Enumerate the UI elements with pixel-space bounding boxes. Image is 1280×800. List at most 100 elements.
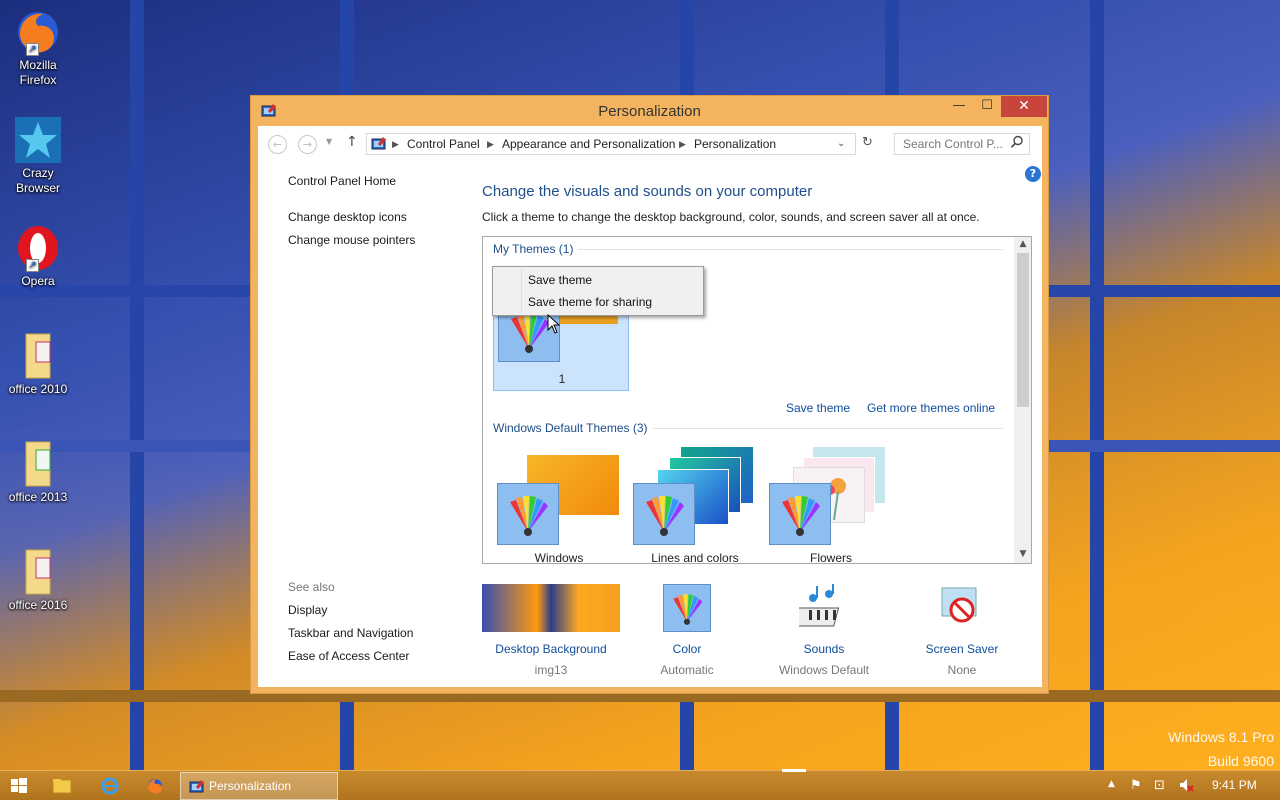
- menu-item-save-theme[interactable]: Save theme: [528, 273, 592, 287]
- theme-name: 1: [558, 372, 566, 386]
- change-desktop-icons-link[interactable]: Change desktop icons: [288, 210, 407, 224]
- default-themes-group-label[interactable]: Windows Default Themes (3): [493, 421, 648, 435]
- desktop-icon-crazy-browser[interactable]: Crazy Browser: [2, 116, 74, 196]
- themes-scrollbar[interactable]: ▲ ▼: [1014, 237, 1031, 563]
- color-item[interactable]: Color Automatic: [617, 584, 757, 677]
- context-menu: Save theme Save theme for sharing: [492, 266, 704, 316]
- wallpaper-mullion: [1090, 0, 1104, 770]
- show-hidden-icons-chevron-icon[interactable]: ▲: [1108, 779, 1115, 789]
- address-bar[interactable]: ▶ Control Panel ▶ Appearance and Persona…: [366, 133, 856, 155]
- start-button[interactable]: [10, 773, 30, 799]
- display-link[interactable]: Display: [288, 603, 327, 617]
- navigation-bar: ← → ▼ ↑ ▶ Control Panel ▶ Appearance and…: [258, 126, 1042, 162]
- menu-item-save-theme-for-sharing[interactable]: Save theme for sharing: [528, 295, 652, 309]
- folder-icon: [14, 548, 62, 596]
- desktop-icon-office-2016[interactable]: office 2016: [2, 548, 74, 613]
- up-button[interactable]: ↑: [346, 134, 358, 150]
- menu-gutter: [521, 269, 522, 313]
- forward-button[interactable]: →: [298, 135, 317, 154]
- recent-pages-chevron-icon[interactable]: ▼: [326, 137, 332, 146]
- desktop-icon-firefox[interactable]: ↗ Mozilla Firefox: [2, 8, 74, 88]
- taskbar-resize-handle[interactable]: [782, 769, 806, 772]
- close-button[interactable]: ✕: [1001, 96, 1047, 117]
- folder-icon: [14, 332, 62, 380]
- save-theme-link[interactable]: Save theme: [786, 401, 850, 415]
- bottom-item-label: Desktop Background: [495, 642, 607, 656]
- group-divider: [653, 428, 1003, 429]
- mouse-cursor-icon: [547, 313, 561, 334]
- taskbar-clock[interactable]: 9:41 PM: [1212, 778, 1257, 792]
- breadcrumb-control-panel[interactable]: Control Panel: [407, 134, 480, 154]
- color-palette-icon: [633, 483, 695, 545]
- minimize-button[interactable]: —: [945, 96, 973, 117]
- taskbar-navigation-link[interactable]: Taskbar and Navigation: [288, 626, 413, 640]
- firefox-icon: ↗: [14, 8, 62, 56]
- theme-name: Windows: [534, 551, 584, 564]
- bottom-item-value: None: [947, 663, 977, 677]
- personalization-window: Personalization — ☐ ✕ ← → ▼ ↑ ▶ Control …: [250, 95, 1049, 694]
- desktop-icon-label: office 2013: [8, 490, 68, 504]
- control-panel-home-link[interactable]: Control Panel Home: [288, 174, 396, 188]
- internet-explorer-icon[interactable]: [100, 773, 122, 799]
- scroll-up-icon[interactable]: ▲: [1014, 239, 1031, 249]
- change-mouse-pointers-link[interactable]: Change mouse pointers: [288, 233, 415, 247]
- desktop-background-item[interactable]: Desktop Background img13: [481, 584, 621, 677]
- breadcrumb-personalization[interactable]: Personalization: [694, 134, 776, 154]
- desktop-icon-label: Crazy: [22, 166, 54, 180]
- desktop-icon-label: office 2016: [8, 598, 68, 612]
- breadcrumb-separator-icon[interactable]: ▶: [487, 134, 494, 154]
- scroll-down-icon[interactable]: ▼: [1014, 549, 1031, 559]
- refresh-icon[interactable]: ↻: [862, 135, 873, 150]
- desktop-icon-office-2013[interactable]: office 2013: [2, 440, 74, 505]
- sounds-item[interactable]: Sounds Windows Default: [754, 584, 894, 677]
- theme-name: Flowers: [809, 551, 852, 564]
- title-bar[interactable]: Personalization — ☐ ✕: [251, 96, 1048, 126]
- windows-watermark: Windows 8.1 Pro Build 9600: [1168, 725, 1274, 773]
- desktop-icon-opera[interactable]: ↗ Opera: [2, 224, 74, 289]
- page-description: Click a theme to change the desktop back…: [482, 210, 980, 224]
- group-divider: [578, 249, 1003, 250]
- volume-muted-icon[interactable]: [1178, 777, 1194, 797]
- my-themes-group-label[interactable]: My Themes (1): [493, 242, 573, 256]
- bottom-item-label: Color: [672, 642, 702, 656]
- opera-icon: ↗: [14, 224, 62, 272]
- scroll-thumb[interactable]: [1017, 253, 1029, 407]
- theme-name: Lines and colors: [651, 551, 739, 564]
- get-more-themes-link[interactable]: Get more themes online: [867, 401, 995, 415]
- bottom-item-value: img13: [534, 663, 568, 677]
- desktop-icon-label: office 2010: [8, 382, 68, 396]
- firefox-taskbar-icon[interactable]: [146, 773, 168, 799]
- taskbar: Personalization ▲ ⚑ ⊡ 9:41 PM: [0, 769, 1280, 800]
- search-icon[interactable]: [1010, 135, 1024, 149]
- breadcrumb-separator-icon[interactable]: ▶: [392, 134, 399, 154]
- taskbar-personalization-button[interactable]: Personalization: [180, 772, 338, 800]
- bottom-item-value: Automatic: [660, 663, 714, 677]
- desktop-icon-label: Mozilla: [19, 58, 57, 72]
- breadcrumb-appearance[interactable]: Appearance and Personalization: [502, 134, 675, 154]
- window-title: Personalization: [598, 103, 701, 120]
- bottom-item-value: Windows Default: [778, 663, 870, 677]
- maximize-button[interactable]: ☐: [973, 96, 1001, 117]
- control-panel-icon: [189, 778, 205, 794]
- file-explorer-icon[interactable]: [52, 773, 74, 799]
- control-panel-icon: [371, 136, 387, 152]
- breadcrumb-separator-icon[interactable]: ▶: [679, 134, 686, 154]
- shortcut-arrow-icon: ↗: [26, 43, 39, 56]
- bottom-item-label: Sounds: [803, 642, 845, 656]
- theme-tile-lines-and-colors[interactable]: Lines and colors: [631, 447, 763, 563]
- theme-tile-windows[interactable]: Windows: [495, 447, 627, 563]
- screen-saver-item[interactable]: Screen Saver None: [892, 584, 1032, 677]
- network-icon[interactable]: ⊡: [1154, 778, 1165, 793]
- theme-tile-flowers[interactable]: Flowers: [767, 447, 899, 563]
- color-palette-icon: [663, 584, 711, 632]
- back-button[interactable]: ←: [268, 135, 287, 154]
- sounds-icon: [791, 584, 849, 632]
- action-center-flag-icon[interactable]: ⚑: [1130, 778, 1142, 793]
- address-dropdown-icon[interactable]: ⌄: [837, 134, 845, 154]
- page-title: Change the visuals and sounds on your co…: [482, 183, 813, 200]
- watermark-line: Windows 8.1 Pro: [1168, 729, 1274, 745]
- color-palette-icon: [769, 483, 831, 545]
- help-icon[interactable]: ?: [1025, 166, 1041, 182]
- desktop-icon-office-2010[interactable]: office 2010: [2, 332, 74, 397]
- ease-of-access-link[interactable]: Ease of Access Center: [288, 649, 409, 663]
